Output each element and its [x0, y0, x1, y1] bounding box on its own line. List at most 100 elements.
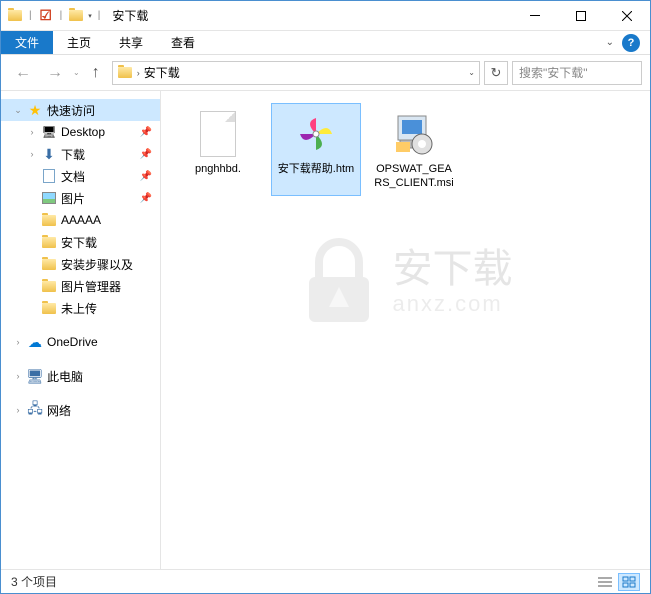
folder-icon [41, 234, 57, 250]
forward-button[interactable]: → [41, 59, 69, 87]
expand-icon[interactable]: › [27, 127, 37, 137]
window-controls [512, 1, 650, 30]
window-title: 安下载 [112, 7, 148, 24]
expand-icon[interactable]: › [27, 149, 37, 159]
properties-icon[interactable]: ☑ [38, 8, 54, 24]
address-dropdown-icon[interactable]: ⌄ [468, 68, 475, 77]
file-name: 安下载帮助.htm [278, 162, 354, 176]
qat-separator: | [98, 10, 101, 21]
details-view-button[interactable] [594, 573, 616, 591]
sidebar-item-pic-manager[interactable]: 图片管理器 [1, 275, 160, 297]
folder-icon [41, 212, 57, 228]
history-dropdown-icon[interactable]: ⌄ [73, 68, 80, 77]
refresh-button[interactable]: ↻ [484, 61, 508, 85]
sidebar-item-label: 网络 [47, 402, 160, 419]
network-icon: 🖧 [27, 402, 43, 418]
sidebar-item-label: 安下载 [61, 234, 160, 251]
help-button[interactable]: ? [622, 34, 640, 52]
sidebar-item-documents[interactable]: 文档 📌 [1, 165, 160, 187]
close-button[interactable] [604, 1, 650, 30]
file-thumbnail [388, 108, 440, 160]
pin-icon: 📌 [140, 171, 152, 182]
close-icon [622, 11, 632, 21]
sidebar-item-label: 安装步骤以及 [61, 256, 160, 273]
sidebar-item-label: Desktop [61, 125, 136, 139]
maximize-button[interactable] [558, 1, 604, 30]
search-input[interactable]: 搜索"安下载" [512, 61, 642, 85]
folder-icon [7, 8, 23, 24]
watermark-text: 安下载 [393, 247, 513, 291]
sidebar-item-label: 图片 [61, 190, 136, 207]
icons-view-button[interactable] [618, 573, 640, 591]
sidebar-item-pictures[interactable]: 图片 📌 [1, 187, 160, 209]
expand-icon[interactable]: › [13, 405, 23, 415]
sidebar-item-label: 图片管理器 [61, 278, 160, 295]
tab-share[interactable]: 共享 [105, 31, 157, 54]
file-name: OPSWAT_GEARS_CLIENT.msi [374, 162, 454, 191]
sidebar-item-quick-access[interactable]: ⌄ ★ 快速访问 [1, 99, 160, 121]
back-button[interactable]: ← [9, 59, 37, 87]
item-count: 3 个项目 [11, 573, 57, 590]
file-name: pnghhbd. [195, 162, 241, 176]
chevron-right-icon: › [137, 68, 140, 78]
file-item[interactable]: 安下载帮助.htm [271, 103, 361, 196]
file-list-pane[interactable]: pnghhbd. 安下载帮助.htm [161, 91, 650, 569]
main-area: ⌄ ★ 快速访问 › 🖥 Desktop 📌 › ⬇ 下载 📌 文档 📌 [1, 91, 650, 569]
sidebar-item-not-uploaded[interactable]: 未上传 [1, 297, 160, 319]
sidebar-item-network[interactable]: › 🖧 网络 [1, 399, 160, 421]
address-box[interactable]: › 安下载 ⌄ [112, 61, 480, 85]
sidebar-item-label: 下载 [61, 146, 136, 163]
sidebar-item-aaaaa[interactable]: AAAAA [1, 209, 160, 231]
ribbon-expand-icon[interactable]: ⌄ [606, 37, 614, 48]
qat-separator: | [60, 10, 63, 21]
pin-icon: 📌 [140, 127, 152, 138]
qat-dropdown-icon[interactable]: ▾ [88, 12, 92, 20]
quick-access-toolbar: | ☑ | ▾ | [1, 8, 104, 24]
sidebar-item-this-pc[interactable]: › 🖥 此电脑 [1, 365, 160, 387]
pc-icon: 🖥 [27, 368, 43, 384]
star-icon: ★ [27, 102, 43, 118]
search-placeholder: 搜索"安下载" [519, 64, 588, 81]
tab-home[interactable]: 主页 [53, 31, 105, 54]
sidebar-item-label: 快速访问 [47, 102, 160, 119]
sidebar-item-label: 文档 [61, 168, 136, 185]
file-item[interactable]: pnghhbd. [173, 103, 263, 196]
details-view-icon [598, 576, 612, 588]
tab-view[interactable]: 查看 [157, 31, 209, 54]
folder-icon [41, 256, 57, 272]
cloud-icon: ☁ [27, 334, 43, 350]
minimize-icon [530, 15, 540, 16]
watermark-subtext: anxz.com [393, 291, 513, 317]
tab-file[interactable]: 文件 [1, 31, 53, 54]
address-bar: ← → ⌄ ↑ › 安下载 ⌄ ↻ 搜索"安下载" [1, 55, 650, 91]
pin-icon: 📌 [140, 193, 152, 204]
download-icon: ⬇ [41, 146, 57, 162]
folder-icon [117, 65, 133, 81]
qat-separator: | [29, 10, 32, 21]
sidebar-item-anxiazai[interactable]: 安下载 [1, 231, 160, 253]
sidebar-item-install-steps[interactable]: 安装步骤以及 [1, 253, 160, 275]
breadcrumb[interactable]: 安下载 [144, 64, 180, 81]
sidebar-item-downloads[interactable]: › ⬇ 下载 📌 [1, 143, 160, 165]
sidebar-item-desktop[interactable]: › 🖥 Desktop 📌 [1, 121, 160, 143]
sidebar-item-onedrive[interactable]: › ☁ OneDrive [1, 331, 160, 353]
lock-icon [299, 237, 379, 327]
sidebar-item-label: 此电脑 [47, 368, 160, 385]
minimize-button[interactable] [512, 1, 558, 30]
pictures-icon [41, 190, 57, 206]
document-icon [41, 168, 57, 184]
installer-icon [392, 112, 436, 156]
expand-icon[interactable]: › [13, 337, 23, 347]
file-item[interactable]: OPSWAT_GEARS_CLIENT.msi [369, 103, 459, 196]
collapse-icon[interactable]: ⌄ [13, 105, 23, 116]
desktop-icon: 🖥 [41, 124, 57, 140]
folder-icon [41, 300, 57, 316]
file-thumbnail [290, 108, 342, 160]
sidebar-item-label: 未上传 [61, 300, 160, 317]
folder-icon[interactable] [68, 8, 84, 24]
navigation-pane: ⌄ ★ 快速访问 › 🖥 Desktop 📌 › ⬇ 下载 📌 文档 📌 [1, 91, 161, 569]
file-thumbnail [192, 108, 244, 160]
up-button[interactable]: ↑ [84, 61, 108, 85]
sidebar-item-label: OneDrive [47, 335, 160, 349]
expand-icon[interactable]: › [13, 371, 23, 381]
